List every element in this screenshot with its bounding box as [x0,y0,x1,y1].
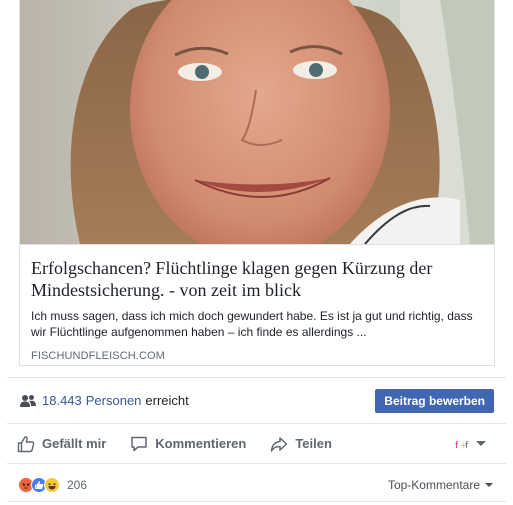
reaction-count[interactable]: 206 [67,478,87,492]
chevron-down-icon [485,482,493,487]
reach-persons-link[interactable]: Personen [86,393,142,408]
svg-text:f: f [465,441,469,450]
link-preview[interactable]: Erfolgschancen? Flüchtlinge klagen gegen… [19,0,495,366]
like-label: Gefällt mir [42,436,107,451]
reach-label: erreicht [145,393,189,408]
svg-text:f: f [455,441,459,450]
portrait-image [20,0,494,244]
chevron-down-icon [476,441,486,446]
like-button[interactable]: Gefällt mir [17,435,106,453]
share-button[interactable]: Teilen [270,435,332,453]
reactions-summary: 206 Top-Kommentare [7,463,506,505]
comment-sort-label: Top-Kommentare [387,477,480,492]
haha-icon [44,476,60,493]
divider [7,501,506,502]
reach-row: 18.443 Personen erreicht Beitrag bewerbe… [7,377,506,423]
action-bar: Gefällt mir Kommentieren Teilen f + f [7,423,506,463]
preview-description: Ich muss sagen, dass ich mich doch gewun… [31,309,473,339]
people-icon [20,394,36,407]
preview-domain: FISCHUNDFLEISCH.COM [31,350,165,362]
page-avatar-icon: f + f [455,441,469,450]
share-label: Teilen [295,436,332,451]
comment-button[interactable]: Kommentieren [130,435,246,453]
reaction-icons[interactable] [18,476,60,493]
comment-sort-dropdown[interactable]: Top-Kommentare [388,478,493,492]
preview-text[interactable]: Erfolgschancen? Flüchtlinge klagen gegen… [20,244,494,365]
preview-image[interactable] [20,0,494,244]
share-arrow-icon [271,436,288,452]
boost-post-button[interactable]: Beitrag bewerben [375,388,494,413]
post-card: Erfolgschancen? Flüchtlinge klagen gegen… [0,0,513,505]
comment-icon [131,436,148,451]
reaction-picker-dropdown[interactable]: f + f [455,438,486,450]
preview-headline[interactable]: Erfolgschancen? Flüchtlinge klagen gegen… [31,257,483,301]
comment-label: Kommentieren [155,436,247,451]
reach-count[interactable]: 18.443 [42,393,82,408]
thumbs-up-icon [17,435,35,452]
